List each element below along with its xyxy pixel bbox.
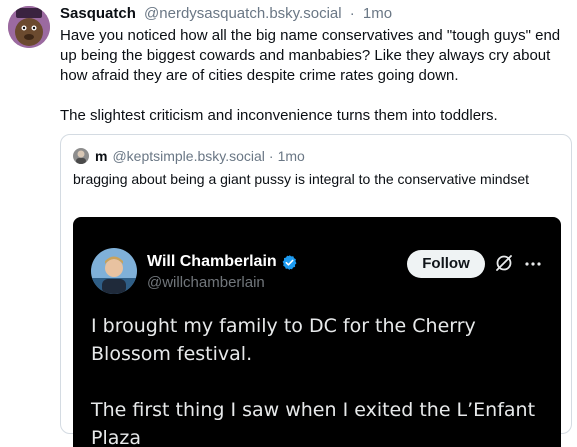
grok-icon bbox=[496, 255, 512, 271]
author-avatar[interactable] bbox=[8, 6, 50, 48]
separator: · bbox=[268, 148, 274, 164]
separator: · bbox=[349, 5, 355, 22]
verified-badge-icon bbox=[282, 254, 297, 270]
quoted-post[interactable]: m @keptsimple.bsky.social · 1mo bragging… bbox=[60, 134, 572, 447]
author-handle[interactable]: @nerdysasquatch.bsky.social bbox=[144, 5, 342, 22]
embedded-paragraph: The first thing I saw when I exited the … bbox=[91, 399, 536, 447]
quoted-post-timestamp[interactable]: 1mo bbox=[278, 147, 305, 165]
author-name[interactable]: Sasquatch bbox=[60, 5, 136, 22]
embedded-image[interactable]: Will Chamberlain @willchamberlain Follow… bbox=[73, 217, 561, 447]
embedded-author-name: Will Chamberlain bbox=[147, 253, 298, 271]
embedded-paragraph: I brought my family to DC for the Cherry… bbox=[91, 315, 476, 365]
quoted-post-text: bragging about being a giant pussy is in… bbox=[73, 171, 530, 187]
post-timestamp[interactable]: 1mo bbox=[363, 5, 392, 22]
post-header: Sasquatch @nerdysasquatch.bsky.social · … bbox=[60, 5, 392, 23]
more-options-icon bbox=[525, 262, 541, 266]
quoted-author-name[interactable]: m bbox=[95, 147, 107, 165]
post-paragraph: Have you noticed how all the big name co… bbox=[60, 27, 561, 84]
post: Sasquatch @nerdysasquatch.bsky.social · … bbox=[0, 0, 577, 447]
post-paragraph: The slightest criticism and inconvenienc… bbox=[60, 107, 498, 124]
follow-button: Follow bbox=[407, 250, 485, 278]
embedded-author-avatar bbox=[91, 248, 137, 294]
embedded-author-handle: @willchamberlain bbox=[147, 274, 265, 291]
quoted-author-avatar[interactable] bbox=[73, 148, 89, 164]
quoted-author-handle[interactable]: @keptsimple.bsky.social bbox=[112, 147, 264, 165]
post-text: Have you noticed how all the big name co… bbox=[60, 26, 570, 126]
embedded-post-text: I brought my family to DC for the Cherry… bbox=[91, 312, 551, 447]
embedded-author-name-text: Will Chamberlain bbox=[147, 253, 277, 270]
quoted-post-header: m @keptsimple.bsky.social · 1mo bbox=[73, 147, 305, 165]
